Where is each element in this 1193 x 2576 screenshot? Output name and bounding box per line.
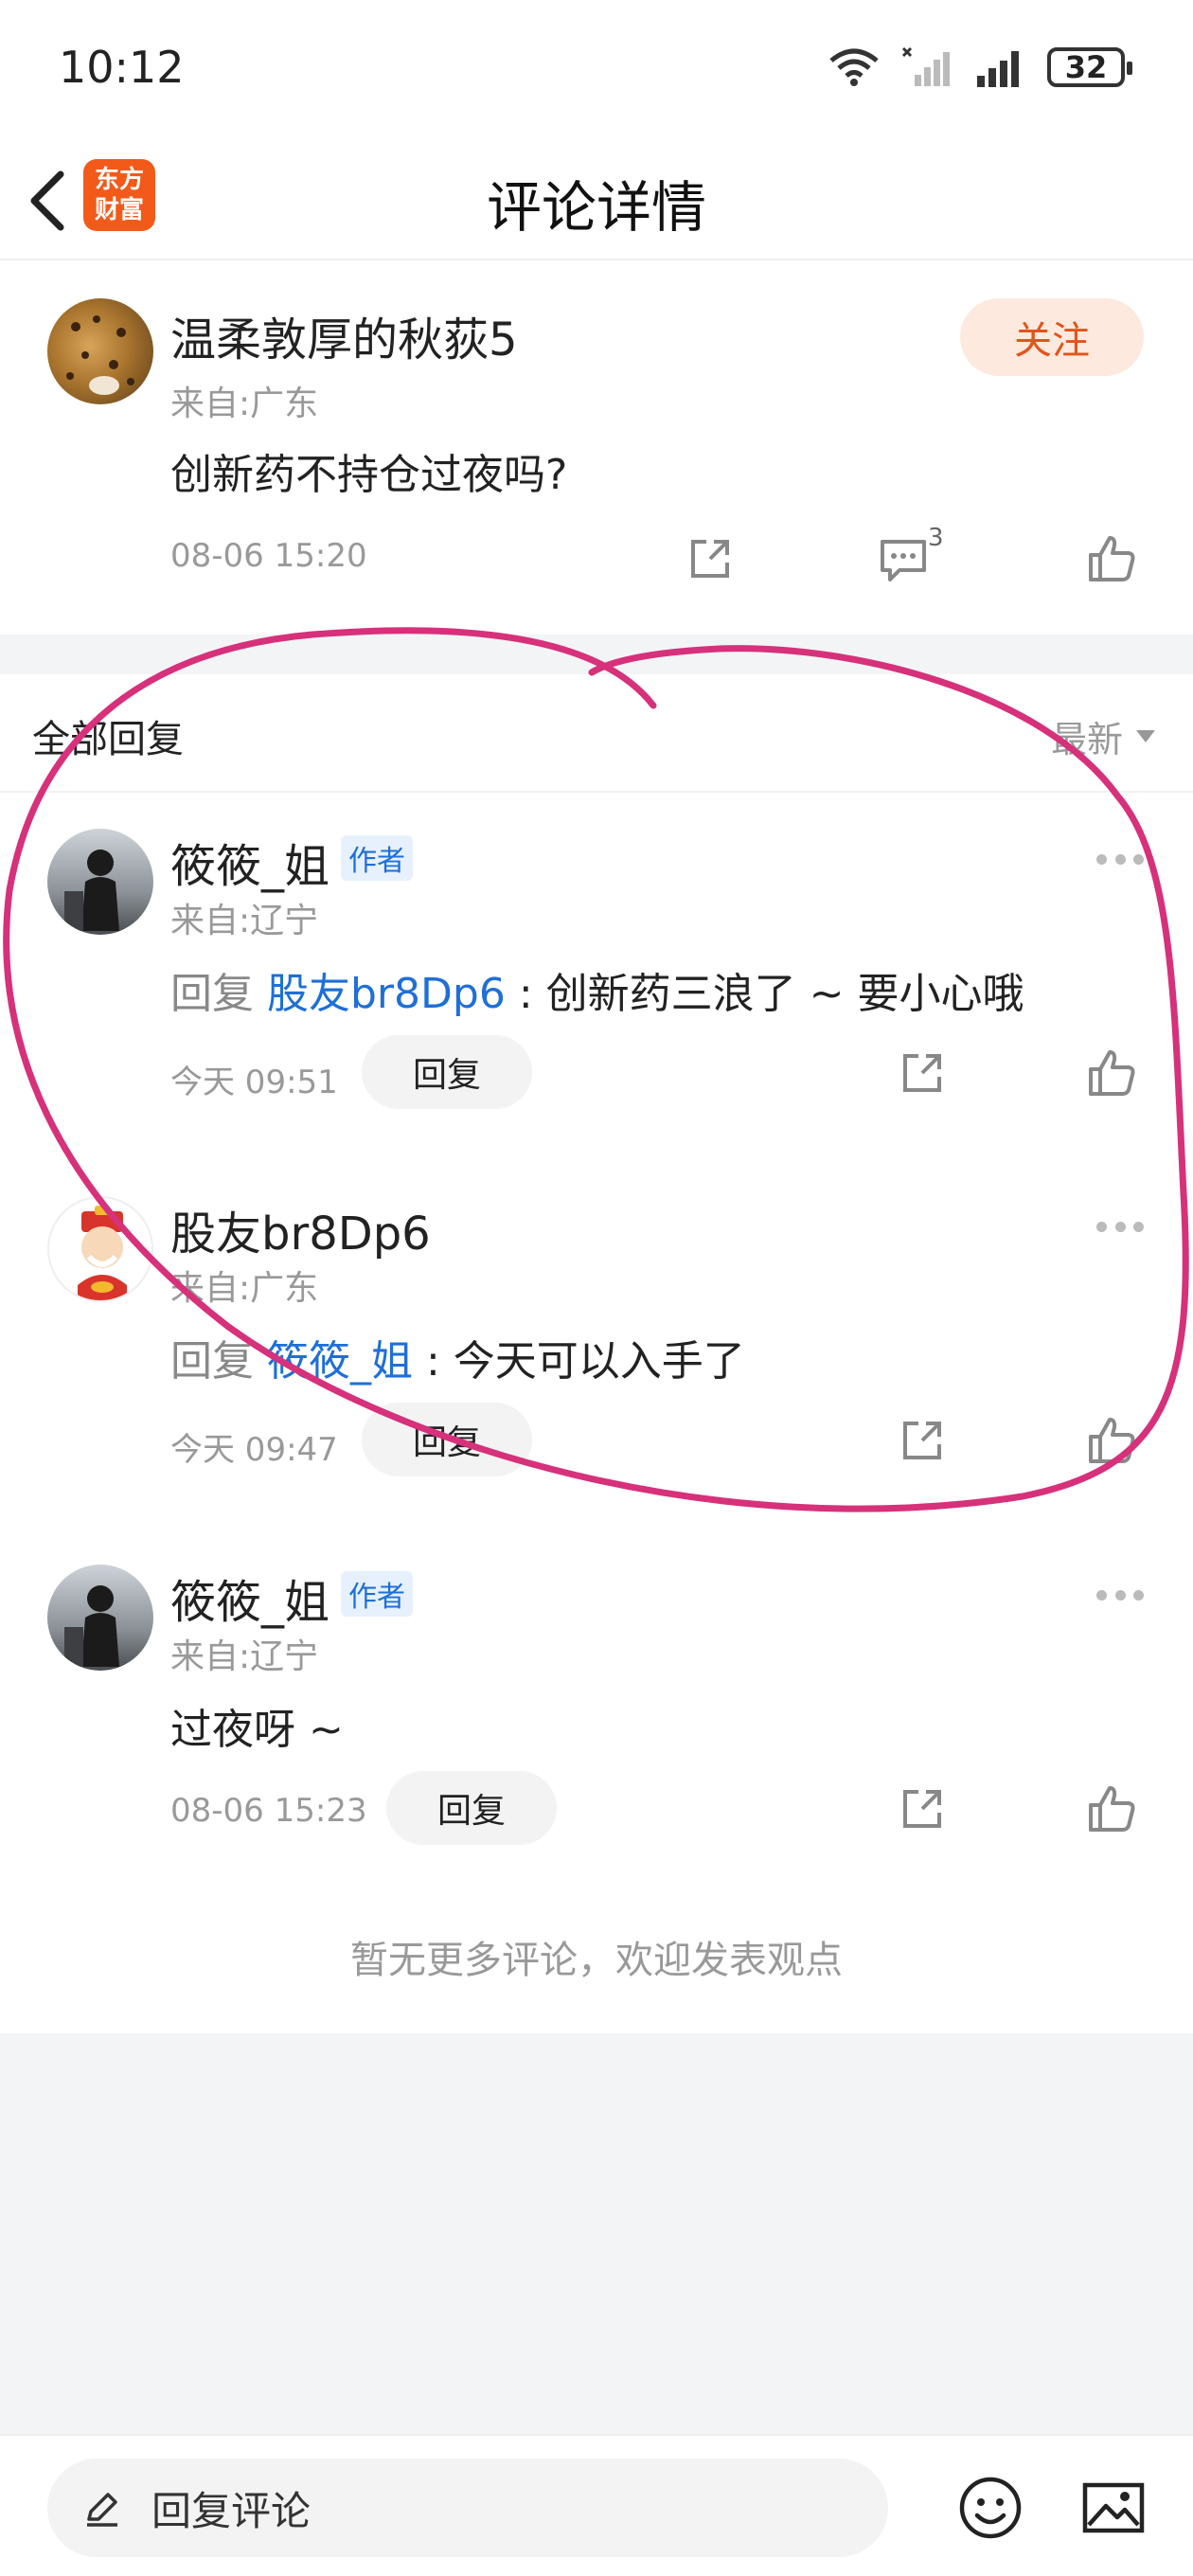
reply-comment-input[interactable]: 回复评论: [47, 2459, 888, 2557]
reply-item: 筱筱_姐 作者 来自:辽宁 回复 股友br8Dp6 : 创新药三浪了 ~ 要小心…: [0, 793, 1193, 1162]
person-avatar-icon: [64, 1585, 119, 1667]
pencil-icon: [87, 2493, 117, 2527]
reply-prefix: 回复: [170, 970, 254, 1018]
thumbs-up-icon: [1089, 1418, 1135, 1463]
avatar[interactable]: [47, 1196, 153, 1302]
input-placeholder: 回复评论: [151, 2487, 312, 2534]
main-post: 温柔敦厚的秋荻5 来自:广东 创新药不持仓过夜吗? 08-06 15:20 关注…: [0, 260, 1193, 635]
more-options-icon[interactable]: [1096, 1585, 1144, 1604]
like-button[interactable]: [1083, 1045, 1140, 1101]
person-avatar-icon: [64, 850, 119, 931]
reply-text: : 今天可以入手了: [413, 1337, 745, 1386]
reply-time: 今天 09:47: [170, 1431, 338, 1469]
share-button[interactable]: [682, 530, 739, 587]
no-more-comments: 暂无更多评论，欢迎发表观点: [350, 1939, 843, 1982]
avatar[interactable]: [47, 829, 153, 935]
status-bar: 10:12 32: [0, 0, 1193, 142]
reply-content: 回复 股友br8Dp6 : 创新药三浪了 ~ 要小心哦: [170, 959, 1024, 1020]
reply-prefix: 回复: [170, 1337, 254, 1386]
image-icon: [1082, 2482, 1145, 2533]
reply-location: 来自:辽宁: [170, 1637, 319, 1676]
reply-username[interactable]: 筱筱_姐: [170, 829, 329, 895]
reply-item: 筱筱_姐 作者 来自:辽宁 过夜呀 ~ 08-06 15:23 回复: [0, 1529, 1193, 1898]
fortune-god-avatar-icon: [78, 1206, 127, 1300]
smiley-icon: [959, 2477, 1022, 2539]
like-button[interactable]: [1083, 530, 1140, 587]
thumbs-up-icon: [1089, 536, 1135, 581]
avatar[interactable]: [47, 298, 153, 404]
reply-username[interactable]: 筱筱_姐: [170, 1565, 329, 1631]
reply-button[interactable]: 回复: [386, 1771, 557, 1845]
caret-down-icon: [1136, 730, 1155, 742]
reply-time: 08-06 15:23: [170, 1792, 367, 1830]
share-button[interactable]: [894, 1045, 951, 1101]
leopard-avatar-icon: [66, 315, 134, 395]
reply-item: 股友br8Dp6 来自:广东 回复 筱筱_姐 : 今天可以入手了 今天 09:4…: [0, 1160, 1193, 1530]
reply-time: 今天 09:51: [170, 1064, 338, 1101]
replies-title: 全部回复: [32, 718, 184, 761]
signal-icon: [977, 51, 1019, 87]
share-button[interactable]: [894, 1780, 951, 1837]
comment-count: 3: [928, 524, 944, 552]
reply-text: : 创新药三浪了 ~ 要小心哦: [505, 970, 1024, 1018]
share-icon: [903, 1790, 941, 1828]
replies-header: 全部回复 最新: [0, 674, 1193, 793]
page-title: 评论详情: [486, 175, 706, 240]
wifi-icon: [829, 48, 879, 86]
reply-button[interactable]: 回复: [362, 1035, 532, 1109]
emoji-button[interactable]: [956, 2474, 1024, 2542]
author-badge: 作者: [341, 835, 413, 881]
reply-content: 回复 筱筱_姐 : 今天可以入手了: [170, 1327, 745, 1387]
avatar[interactable]: [47, 1565, 153, 1671]
bottom-bar: 回复评论: [0, 2434, 1193, 2576]
reply-location: 来自:辽宁: [170, 902, 319, 940]
share-icon: [903, 1054, 941, 1092]
replies-section: 全部回复 最新 筱筱_姐 作者 来自:辽宁 回复 股友br8Dp6 : 创新药三…: [0, 674, 1193, 2033]
like-button[interactable]: [1083, 1412, 1140, 1469]
status-icons: 32: [828, 44, 1132, 91]
follow-button[interactable]: 关注: [960, 298, 1144, 376]
status-time: 10:12: [59, 42, 185, 93]
sort-dropdown[interactable]: 最新: [1051, 710, 1155, 762]
share-icon: [691, 540, 729, 578]
mention-link[interactable]: 股友br8Dp6: [267, 970, 506, 1018]
thumbs-up-icon: [1089, 1050, 1135, 1096]
reply-location: 来自:广东: [170, 1269, 319, 1308]
reply-username[interactable]: 股友br8Dp6: [170, 1196, 431, 1262]
header: 东方 财富 评论详情: [0, 142, 1193, 260]
author-badge: 作者: [341, 1571, 413, 1617]
comment-icon: [881, 540, 926, 581]
signal-empty-icon: [901, 46, 950, 86]
share-button[interactable]: [894, 1412, 951, 1469]
post-time: 08-06 15:20: [170, 537, 367, 575]
more-options-icon[interactable]: [1096, 850, 1144, 868]
battery-icon: 32: [1047, 47, 1132, 87]
comment-button[interactable]: [875, 530, 932, 587]
more-options-icon[interactable]: [1096, 1217, 1144, 1236]
post-username[interactable]: 温柔敦厚的秋荻5: [170, 302, 518, 368]
reply-button[interactable]: 回复: [362, 1403, 532, 1476]
share-icon: [903, 1422, 941, 1459]
post-content: 创新药不持仓过夜吗?: [170, 451, 568, 499]
like-button[interactable]: [1083, 1780, 1140, 1837]
mention-link[interactable]: 筱筱_姐: [267, 1337, 413, 1386]
reply-content: 过夜呀 ~: [170, 1706, 344, 1754]
sort-label: 最新: [1050, 719, 1123, 760]
thumbs-up-icon: [1089, 1786, 1135, 1832]
post-location: 来自:广东: [170, 385, 319, 423]
image-button[interactable]: [1079, 2474, 1148, 2542]
